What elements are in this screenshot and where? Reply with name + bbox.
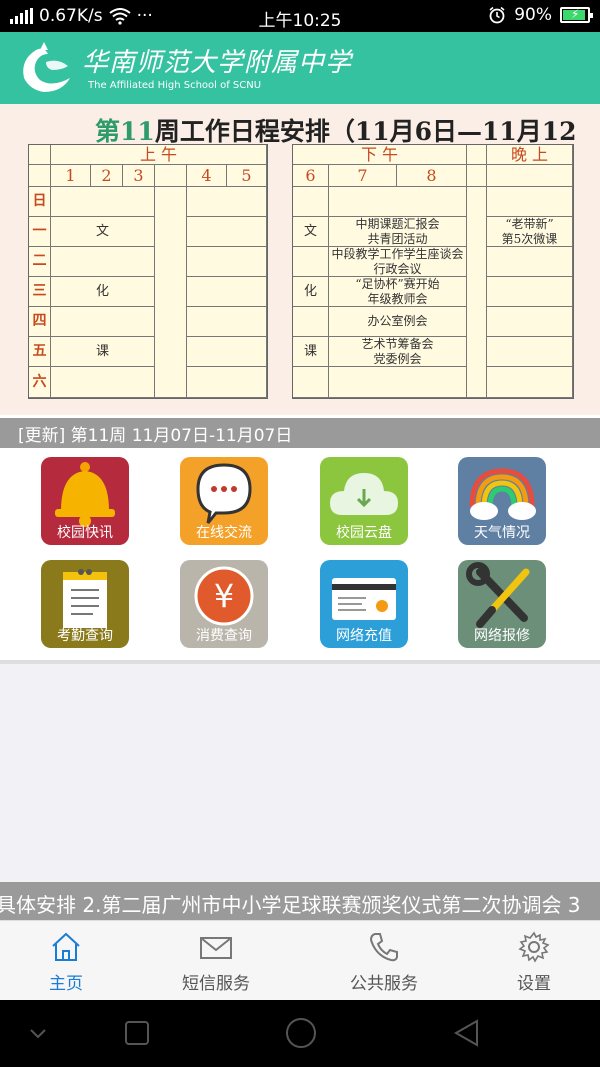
app-attendance[interactable]: 考勤查询 bbox=[41, 560, 129, 648]
day-wed: 三 bbox=[29, 277, 51, 307]
app-grid: 校园快讯 在线交流 校园云盘 天气情况 考勤查询 ¥ 消费查询 网络充值 网络报… bbox=[0, 450, 600, 660]
home-icon bbox=[52, 932, 80, 961]
app-spending[interactable]: ¥ 消费查询 bbox=[180, 560, 268, 648]
content-empty-area bbox=[0, 664, 600, 882]
update-notice[interactable]: [更新] 第11周 11月07日-11月07日 bbox=[0, 418, 600, 448]
tab-settings[interactable]: 设置 bbox=[484, 921, 584, 1001]
tab-home[interactable]: 主页 bbox=[16, 921, 116, 1001]
app-cloud-drive[interactable]: 校园云盘 bbox=[320, 457, 408, 545]
schedule-table-morning: 上 午 1 2 3 4 5 日 一 二 三 四 五 六 文 化 课 bbox=[28, 144, 268, 399]
battery-percent: 90% bbox=[514, 5, 552, 25]
afternoon-header: 下 午 bbox=[293, 145, 467, 165]
phone-icon bbox=[369, 933, 398, 962]
tab-public-service[interactable]: 公共服务 bbox=[334, 921, 434, 1001]
morning-header: 上 午 bbox=[51, 145, 267, 165]
event-tue: 中段教学工作学生座谈会 行政会议 bbox=[329, 247, 467, 277]
school-logo-icon bbox=[23, 42, 70, 92]
system-nav-bar bbox=[0, 1000, 600, 1067]
event-thu: 办公室例会 bbox=[329, 307, 467, 337]
day-mon: 一 bbox=[29, 217, 51, 247]
alarm-icon bbox=[489, 6, 505, 24]
app-campus-news[interactable]: 校园快讯 bbox=[41, 457, 129, 545]
gear-icon bbox=[518, 931, 550, 963]
svg-text:¥: ¥ bbox=[214, 577, 234, 615]
day-sat: 六 bbox=[29, 367, 51, 398]
back-icon[interactable] bbox=[452, 1018, 480, 1048]
schedule-banner[interactable]: 第11周工作日程安排（11月6日—11月12日） 上 午 1 2 3 4 5 日… bbox=[0, 104, 600, 415]
day-tue: 二 bbox=[29, 247, 51, 277]
app-weather[interactable]: 天气情况 bbox=[458, 457, 546, 545]
battery-icon: ⚡ bbox=[560, 7, 593, 23]
collapse-chevron-icon[interactable] bbox=[28, 1027, 48, 1041]
app-online-chat[interactable]: 在线交流 bbox=[180, 457, 268, 545]
app-header: 华南师范大学附属中学 The Affiliated High School of… bbox=[0, 32, 600, 104]
event-wed: “足协杯”赛开始 年级教师会 bbox=[329, 277, 467, 307]
school-name-en: The Affiliated High School of SCNU bbox=[88, 80, 262, 91]
app-network-repair[interactable]: 网络报修 bbox=[458, 560, 546, 648]
app-network-recharge[interactable]: 网络充值 bbox=[320, 560, 408, 648]
day-thu: 四 bbox=[29, 307, 51, 337]
event-fri: 艺术节筹备会 党委例会 bbox=[329, 337, 467, 367]
status-bar: 0.67K/s ··· 上午10:25 90% ⚡ bbox=[0, 0, 600, 32]
schedule-table-afternoon: 下 午 晚 上 6 7 8 文 化 课 中期课题汇报会 共青团活动 中段教学工作… bbox=[292, 144, 574, 399]
day-sun: 日 bbox=[29, 187, 51, 217]
day-fri: 五 bbox=[29, 337, 51, 367]
event-evening-mon: “老带新” 第5次微课 bbox=[487, 217, 573, 247]
recents-icon[interactable] bbox=[124, 1020, 150, 1046]
marquee-text: 具体安排 2.第二届广州市中小学足球联赛颁奖仪式第二次协调会 3 bbox=[0, 893, 581, 917]
event-mon: 中期课题汇报会 共青团活动 bbox=[329, 217, 467, 247]
tab-sms[interactable]: 短信服务 bbox=[166, 921, 266, 1001]
envelope-icon bbox=[200, 937, 232, 959]
home-circle-icon[interactable] bbox=[285, 1017, 317, 1049]
school-name-cn: 华南师范大学附属中学 bbox=[82, 48, 353, 78]
evening-header: 晚 上 bbox=[487, 145, 573, 165]
notice-marquee[interactable]: 具体安排 2.第二届广州市中小学足球联赛颁奖仪式第二次协调会 3 bbox=[0, 882, 600, 920]
bottom-tab-bar: 主页 短信服务 公共服务 设置 bbox=[0, 920, 600, 1000]
